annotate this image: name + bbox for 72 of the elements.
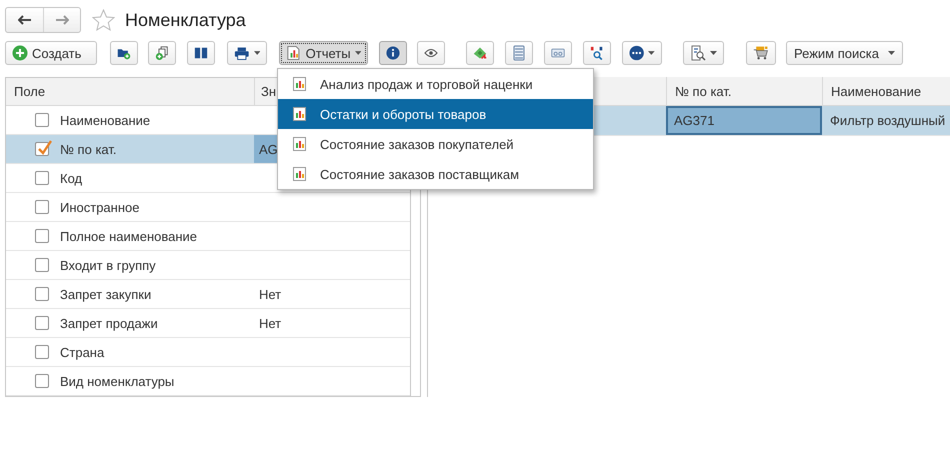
create-button[interactable]: Создать <box>5 41 97 65</box>
search-list-button[interactable] <box>683 41 724 65</box>
column-header: № по кат. <box>666 77 822 105</box>
checkbox[interactable] <box>35 229 49 243</box>
field-name: Страна <box>60 344 104 360</box>
window-title: Номенклатура <box>125 10 246 30</box>
list-icon <box>513 45 525 61</box>
card-button[interactable] <box>544 41 572 65</box>
cart-button[interactable] <box>746 41 776 65</box>
report-icon <box>286 45 302 61</box>
menu-item[interactable]: Остатки и обороты товаров <box>278 99 593 129</box>
field-value: Нет <box>259 286 282 302</box>
checkbox[interactable] <box>35 200 49 214</box>
field-name: Иностранное <box>60 200 140 214</box>
eye-button[interactable] <box>417 41 445 65</box>
folder-add-button[interactable] <box>110 41 138 65</box>
caret-icon <box>354 51 361 55</box>
report-icon <box>293 107 306 121</box>
checkbox[interactable] <box>35 113 49 127</box>
eye-icon <box>424 48 438 58</box>
reports-button[interactable]: Отчеты <box>279 41 368 65</box>
report-icon <box>293 167 306 181</box>
checkbox[interactable] <box>35 374 49 388</box>
cart-icon <box>753 44 769 62</box>
find-button[interactable] <box>583 41 611 65</box>
search-mode-button[interactable]: Режим поиска <box>786 41 903 65</box>
list-button[interactable] <box>505 41 533 65</box>
columns-button[interactable] <box>187 41 215 65</box>
star-icon[interactable] <box>92 9 115 31</box>
column-header: Наименование <box>822 77 950 105</box>
menu-item[interactable]: Состояние заказов поставщикам <box>278 159 593 189</box>
checkbox[interactable] <box>35 171 49 185</box>
table-cell: AG371 <box>674 113 714 128</box>
columns-icon <box>194 46 208 60</box>
field-name: Вид номенклатуры <box>60 374 174 388</box>
field-value: Нет <box>259 316 282 330</box>
field-name: Наименование <box>60 112 150 128</box>
more-button[interactable] <box>622 41 662 65</box>
report-icon <box>293 77 306 91</box>
field-name: Запрет продажи <box>60 316 158 330</box>
money-button[interactable] <box>466 41 494 65</box>
more-icon <box>629 45 644 61</box>
copy-icon <box>155 45 169 61</box>
back-arrow-icon <box>18 15 32 25</box>
field-name: Код <box>60 170 82 186</box>
field-name: Запрет закупки <box>60 286 152 302</box>
find-icon <box>590 45 604 61</box>
caret-icon <box>888 51 895 55</box>
checkbox[interactable] <box>35 345 49 359</box>
checkbox[interactable] <box>35 316 49 330</box>
card-icon <box>551 47 565 59</box>
print-button[interactable] <box>227 41 267 65</box>
copy-button[interactable] <box>148 41 176 65</box>
report-icon <box>293 137 306 151</box>
caret-icon <box>710 51 717 55</box>
checkbox[interactable] <box>35 287 49 301</box>
plus-icon <box>12 45 28 61</box>
info-button[interactable] <box>379 41 407 65</box>
print-icon <box>234 46 250 60</box>
checkbox[interactable] <box>35 258 49 272</box>
field-name: № по кат. <box>60 142 116 156</box>
column-header: Поле <box>13 83 46 101</box>
field-name: Входит в группу <box>60 258 156 272</box>
caret-icon <box>254 51 260 55</box>
search-list-icon <box>690 45 706 61</box>
table-cell: Фильтр воздушный <box>830 113 946 128</box>
forward-arrow-icon <box>55 15 69 25</box>
field-value: AG <box>259 142 278 156</box>
checkbox[interactable] <box>35 142 49 156</box>
caret-icon <box>648 51 655 55</box>
info-icon <box>386 45 400 61</box>
field-name: Полное наименование <box>60 228 198 244</box>
